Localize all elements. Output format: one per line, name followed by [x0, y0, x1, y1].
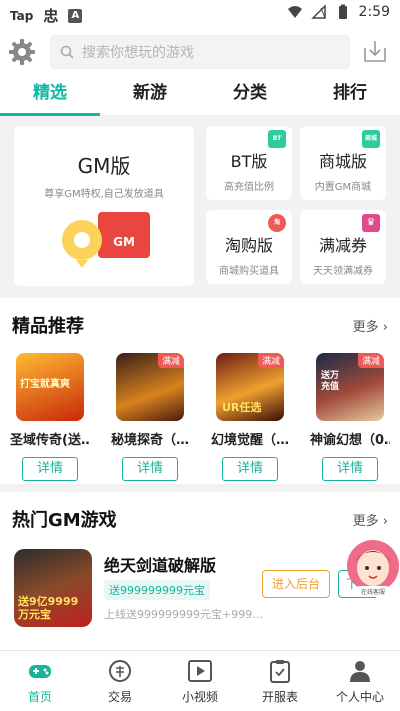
mall-tag-icon: 商城	[362, 130, 380, 148]
signal-icon	[310, 4, 326, 19]
gear-icon[interactable]	[8, 38, 36, 66]
hot-game-cover-text: 送9亿9999万元宝	[18, 595, 79, 621]
status-bar-app-icons: Tap 忠 A	[10, 5, 83, 26]
game-card[interactable]: 满减 UR任选 幻境觉醒（… 详情	[210, 353, 290, 481]
featured-title: 精品推荐	[12, 316, 84, 337]
tab-ranking[interactable]: 排行	[300, 74, 400, 115]
details-button[interactable]: 详情	[222, 457, 278, 481]
notification-icon: 忠	[43, 7, 59, 25]
wifi-icon	[287, 6, 302, 18]
top-bar: 搜索你想玩的游戏	[0, 28, 400, 74]
chevron-right-icon: ›	[382, 514, 388, 529]
nav-short-video-label: 小视频	[181, 690, 218, 704]
search-input[interactable]: 搜索你想玩的游戏	[50, 35, 350, 69]
details-button[interactable]: 详情	[22, 457, 78, 481]
nav-home[interactable]: 首页	[0, 651, 80, 711]
game-name: 神谕幻想（0…	[310, 433, 390, 448]
nav-trade-label: 交易	[107, 690, 132, 704]
crown-icon: ♛	[362, 214, 380, 232]
coupon-card-title: 满减券	[318, 236, 367, 255]
gm-tools-icon: GM	[62, 212, 150, 268]
nav-short-video[interactable]: 小视频	[160, 651, 240, 711]
taobao-tag-icon: 淘	[268, 214, 286, 232]
tap-icon: Tap	[10, 8, 34, 23]
taobao-card-subtitle: 商城购买道具	[219, 266, 279, 277]
mall-version-card[interactable]: 商城 商城版 内置GM商城	[300, 126, 386, 200]
search-placeholder: 搜索你想玩的游戏	[82, 45, 194, 61]
nav-home-label: 首页	[27, 690, 52, 704]
category-cards: GM版 尊享GM特权,自己发放道具 GM BT BT版 高充值比例 商城 商城版…	[0, 116, 400, 296]
user-icon	[350, 661, 370, 682]
nav-trade[interactable]: 交易	[80, 651, 160, 711]
details-button[interactable]: 详情	[122, 457, 178, 481]
hot-gm-more-link[interactable]: 更多 ›	[353, 510, 388, 529]
a-notification-icon: A	[68, 8, 83, 23]
mall-card-subtitle: 内置GM商城	[314, 182, 372, 193]
game-cover[interactable]: 满减 送万充值	[316, 353, 384, 421]
game-name: 圣域传奇(送…	[10, 433, 90, 448]
discount-badge: 满减	[357, 353, 384, 368]
hot-gm-title: 热门GM游戏	[12, 510, 117, 531]
support-label: 在线客服	[360, 589, 385, 596]
hot-game-title[interactable]: 绝天剑道破解版	[104, 552, 216, 576]
status-bar: Tap 忠 A 2:59	[0, 0, 400, 28]
game-cover[interactable]: 满减 UR任选	[216, 353, 284, 421]
tab-new-games[interactable]: 新游	[100, 74, 200, 115]
taobao-card-title: 淘购版	[224, 236, 273, 255]
mall-card-title: 商城版	[318, 152, 367, 171]
nav-server-schedule-label: 开服表	[261, 690, 298, 704]
bt-card-subtitle: 高充值比例	[224, 182, 274, 193]
bt-version-card[interactable]: BT BT版 高充值比例	[206, 126, 292, 200]
game-card[interactable]: 满减 送万充值 神谕幻想（0… 详情	[310, 353, 390, 481]
hot-gm-section: 热门GM游戏 更多 › 送9亿9999万元宝 绝天剑道破解版 送99999999…	[0, 492, 400, 650]
gm-version-card[interactable]: GM版 尊享GM特权,自己发放道具 GM	[14, 126, 194, 286]
hot-game-tag: 送999999999元宝	[104, 580, 210, 600]
battery-icon	[338, 4, 347, 19]
gamepad-icon	[29, 665, 51, 678]
clock: 2:59	[358, 4, 390, 20]
game-name: 幻境觉醒（…	[210, 433, 289, 448]
game-name: 秘境探奇（…	[110, 433, 189, 448]
hot-gm-more-label: 更多	[352, 514, 379, 529]
enter-backend-button[interactable]: 进入后台	[262, 570, 330, 598]
featured-more-link[interactable]: 更多 ›	[353, 316, 388, 335]
discount-badge: 满减	[257, 353, 284, 368]
tab-featured[interactable]: 精选	[0, 74, 100, 116]
hot-game-description: 上线送999999999元宝+999…	[104, 608, 264, 621]
nav-profile[interactable]: 个人中心	[320, 651, 400, 711]
game-cover-text: UR任选	[222, 401, 262, 414]
details-button[interactable]: 详情	[322, 457, 378, 481]
chevron-right-icon: ›	[382, 320, 388, 335]
coupon-card-subtitle: 天天领满减券	[313, 266, 373, 277]
taobao-version-card[interactable]: 淘 淘购版 商城购买道具	[206, 210, 292, 284]
top-tabs: 精选 新游 分类 排行	[0, 74, 400, 116]
featured-section: 精品推荐 更多 › 打宝就真爽 圣域传奇(送… 详情 满减 秘境探奇（… 详情 …	[0, 298, 400, 484]
gm-card-title: GM版	[77, 154, 131, 178]
tab-categories[interactable]: 分类	[200, 74, 300, 115]
nav-profile-label: 个人中心	[335, 690, 384, 704]
search-icon	[60, 45, 74, 59]
game-cover-text: 送万充值	[320, 371, 339, 392]
game-cover[interactable]: 满减	[116, 353, 184, 421]
clipboard-icon	[270, 660, 290, 683]
featured-more-label: 更多	[352, 320, 379, 335]
game-card[interactable]: 打宝就真爽 圣域传奇(送… 详情	[10, 353, 90, 481]
customer-support-button[interactable]: 在线客服	[345, 540, 400, 598]
coupon-card[interactable]: ♛ 满减券 天天领满减券	[300, 210, 386, 284]
play-icon	[188, 660, 212, 682]
gm-card-subtitle: 尊享GM特权,自己发放道具	[44, 189, 164, 200]
nav-server-schedule[interactable]: 开服表	[240, 651, 320, 711]
bt-card-title: BT版	[230, 152, 268, 171]
game-card[interactable]: 满减 秘境探奇（… 详情	[110, 353, 190, 481]
game-cover[interactable]: 打宝就真爽	[16, 353, 84, 421]
discount-badge: 满减	[157, 353, 184, 368]
gm-logo-text: GM	[113, 235, 135, 249]
trade-icon	[109, 660, 131, 682]
hot-game-cover[interactable]: 送9亿9999万元宝	[14, 549, 92, 627]
game-cover-text: 打宝就真爽	[20, 379, 70, 390]
bt-tag-icon: BT	[268, 130, 286, 148]
download-icon[interactable]	[362, 38, 388, 64]
bottom-nav: 首页 交易 小视频 开服表 个人中心	[0, 650, 400, 711]
